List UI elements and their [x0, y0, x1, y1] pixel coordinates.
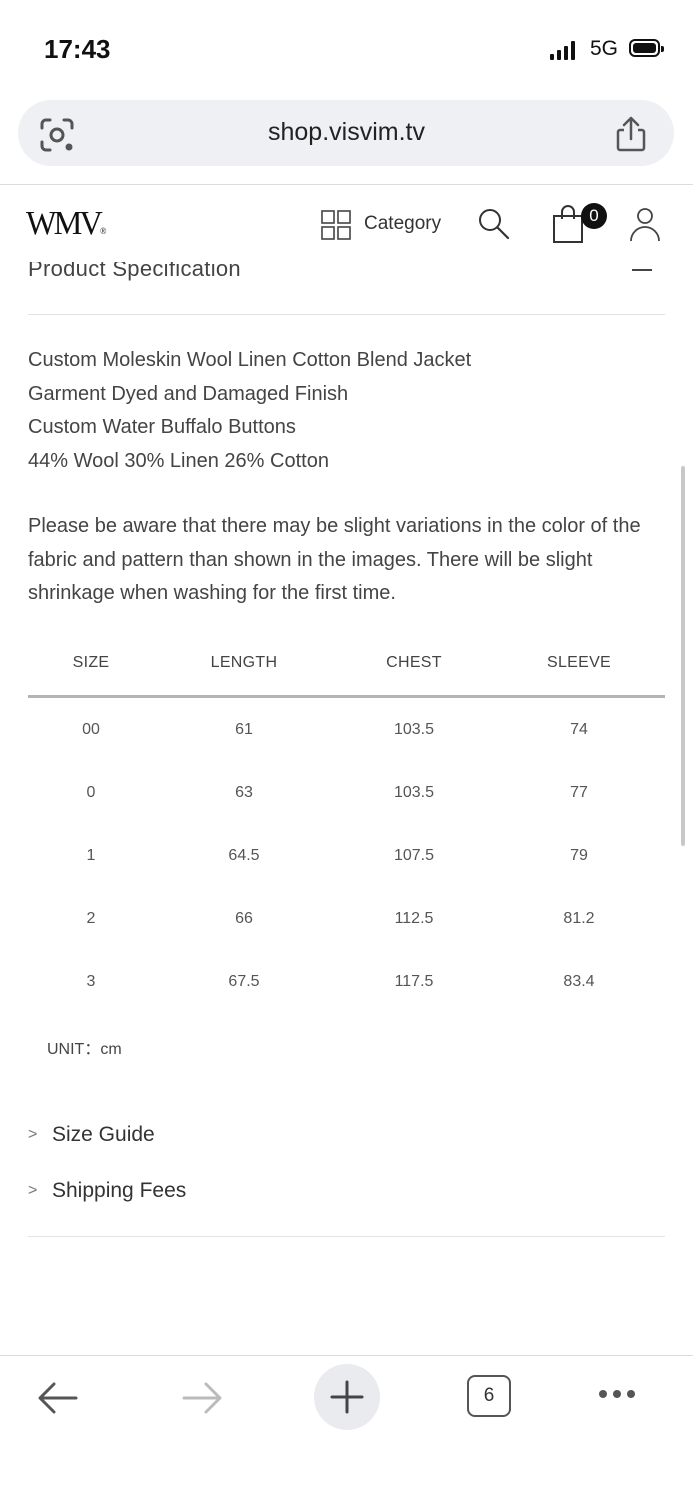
product-description: Custom Moleskin Wool Linen Cotton Blend … — [28, 344, 471, 478]
table-cell: 79 — [570, 847, 588, 864]
category-link[interactable]: Category — [364, 213, 441, 235]
table-cell: 81.2 — [563, 910, 595, 927]
table-cell: 67.5 — [228, 973, 260, 990]
divider — [0, 184, 693, 185]
table-cell: 74 — [570, 721, 588, 738]
cart-count-badge: 0 — [581, 203, 607, 229]
status-time: 17:43 — [44, 34, 111, 64]
description-line: Custom Moleskin Wool Linen Cotton Blend … — [28, 349, 472, 371]
table-cell: 61 — [235, 721, 253, 738]
more-dots-icon[interactable] — [599, 1390, 635, 1398]
google-lens-icon[interactable] — [38, 116, 76, 159]
size-guide-link[interactable]: > Size Guide — [28, 1123, 155, 1147]
table-header-divider — [28, 695, 665, 698]
table-cell: 107.5 — [393, 847, 435, 864]
arrow-left-icon[interactable] — [36, 1378, 80, 1423]
shopping-bag-icon[interactable] — [551, 202, 585, 249]
table-cell: 103.5 — [393, 784, 435, 801]
url-text[interactable]: shop.visvim.tv — [0, 118, 693, 147]
link-label: Size Guide — [52, 1123, 155, 1146]
plus-icon[interactable] — [329, 1379, 365, 1420]
divider — [28, 314, 665, 315]
table-header-sleeve: SLEEVE — [546, 654, 612, 671]
divider — [0, 1355, 693, 1356]
table-cell: 117.5 — [394, 973, 434, 990]
scrollbar[interactable] — [681, 466, 685, 846]
table-cell: 3 — [86, 973, 96, 990]
table-cell: 00 — [82, 721, 100, 738]
table-cell: 2 — [86, 910, 96, 927]
tab-switcher-button[interactable]: 6 — [467, 1375, 511, 1417]
table-header-length: LENGTH — [210, 654, 278, 671]
arrow-right-icon[interactable] — [180, 1378, 224, 1423]
grid-icon[interactable] — [321, 210, 351, 245]
signal-icon — [550, 40, 575, 60]
table-cell: 0 — [86, 784, 96, 801]
product-note: Please be aware that there may be slight… — [28, 515, 641, 604]
search-icon[interactable] — [477, 207, 511, 246]
link-label: Shipping Fees — [52, 1179, 187, 1202]
minus-icon[interactable] — [632, 269, 652, 271]
section-title[interactable]: Product Specification — [28, 262, 241, 282]
table-cell: 112.5 — [394, 910, 434, 927]
description-line: Garment Dyed and Damaged Finish — [28, 382, 349, 405]
chevron-right-icon: > — [28, 1182, 38, 1199]
description-line: Custom Water Buffalo Buttons — [28, 416, 296, 438]
table-cell: 103.5 — [393, 721, 435, 738]
network-type: 5G — [590, 37, 619, 60]
site-logo[interactable]: WMV® — [26, 205, 106, 243]
table-cell: 63 — [235, 784, 253, 801]
table-header-size: SIZE — [72, 654, 110, 671]
table-cell: 77 — [570, 784, 588, 801]
chevron-right-icon: > — [28, 1126, 38, 1143]
table-cell: 1 — [86, 847, 96, 864]
table-header-chest: CHEST — [386, 654, 442, 671]
description-line: 44% Wool 30% Linen 26% Cotton — [28, 449, 329, 472]
share-icon[interactable] — [614, 114, 648, 159]
table-cell: 66 — [235, 910, 253, 927]
user-icon[interactable] — [629, 207, 661, 248]
table-cell: 64.5 — [228, 847, 260, 864]
shipping-fees-link[interactable]: > Shipping Fees — [28, 1179, 186, 1203]
divider — [28, 1236, 665, 1237]
unit-label: UNIT：cm — [47, 1041, 122, 1058]
battery-icon — [629, 39, 664, 57]
table-cell: 83.4 — [563, 973, 595, 990]
